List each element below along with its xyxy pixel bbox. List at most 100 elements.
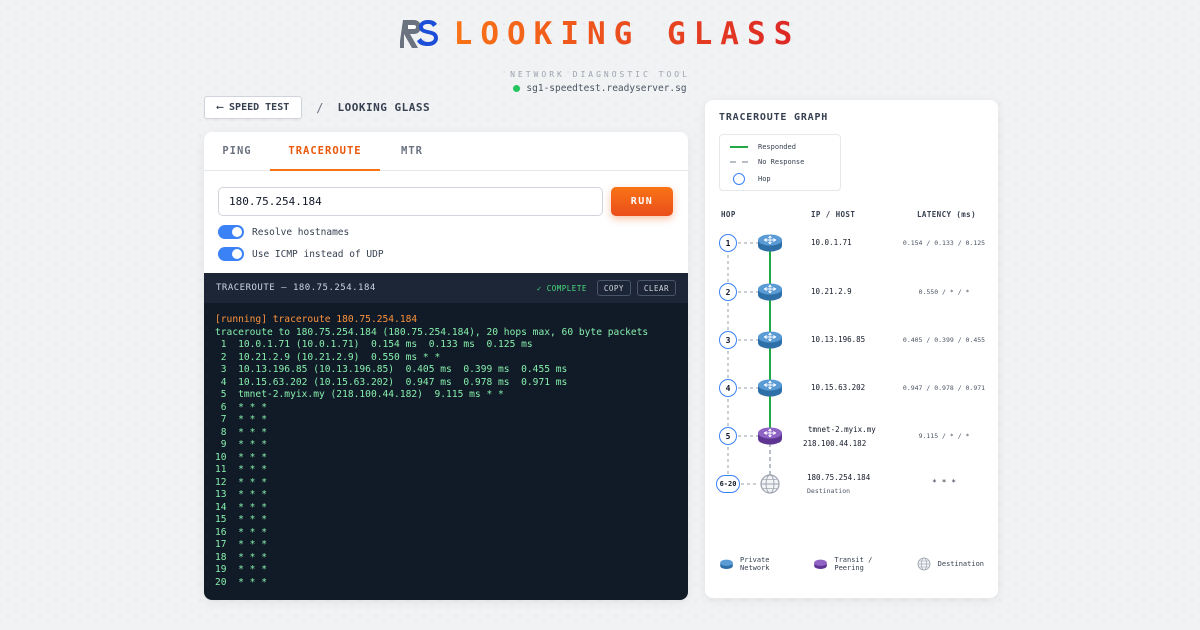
hop-latency: 0.154 / 0.133 / 0.125 (902, 239, 986, 247)
legend-hop-label: Hop (758, 175, 771, 183)
transit-router-icon (814, 559, 828, 570)
legend-no-response-label: No Response (758, 158, 805, 166)
terminal-running-line: [running] traceroute 180.75.254.184 (215, 314, 418, 325)
hop-number[interactable]: 3 (719, 331, 737, 349)
terminal-header: TRACEROUTE — 180.75.254.184 ✓ COMPLETE C… (204, 273, 688, 303)
router-icon (758, 234, 782, 252)
graph-legend: Responded No Response Hop (719, 134, 841, 191)
arrow-left-icon: ⟵ (217, 102, 224, 113)
clear-button[interactable]: CLEAR (636, 280, 676, 296)
responded-line-swatch (730, 146, 748, 148)
hop-latency: 0.947 / 0.978 / 0.971 (902, 384, 986, 392)
column-header-ip: IP / HOST (811, 210, 856, 219)
terminal-line: 8 * * * (215, 426, 267, 438)
no-response-dash-swatch (730, 161, 748, 163)
hop-host: tmnet-2.myix.my (808, 425, 876, 434)
hop-circle-swatch (733, 173, 745, 185)
terminal-line: 6 * * * (215, 401, 267, 413)
legend-destination-label: Destination (937, 560, 984, 568)
tool-tabs: PING TRACEROUTE MTR (204, 132, 688, 171)
terminal-title: TRACEROUTE — 180.75.254.184 (216, 283, 376, 293)
terminal-line: 4 10.15.63.202 (10.15.63.202) 0.947 ms 0… (215, 376, 568, 388)
hop-number[interactable]: 1 (719, 234, 737, 252)
legend-responded: Responded (730, 143, 796, 151)
terminal-line: 7 * * * (215, 414, 267, 425)
legend-private-label: Private Network (740, 556, 770, 572)
hop-number[interactable]: 5 (719, 427, 737, 445)
breadcrumb-current: LOOKING GLASS (337, 101, 431, 114)
column-header-hop: HOP (721, 210, 736, 219)
router-icon (758, 379, 782, 397)
router-icon (758, 331, 782, 349)
terminal-line: 17 * * * (215, 539, 267, 550)
breadcrumb: ⟵ SPEED TEST / LOOKING GLASS (204, 96, 430, 119)
hop-host: 10.0.1.71 (811, 238, 852, 247)
back-speed-test-button[interactable]: ⟵ SPEED TEST (204, 96, 303, 119)
legend-private-network: Private Network (719, 556, 799, 572)
terminal-body: [running] traceroute 180.75.254.184 trace… (204, 303, 688, 589)
hop-host: 10.15.63.202 (811, 383, 866, 392)
node-type-legend: Private Network Transit / Peering Destin… (719, 556, 998, 572)
terminal-actions: ✓ COMPLETE COPY CLEAR (537, 280, 676, 296)
terminal-line: 19 * * * (215, 564, 267, 575)
tab-traceroute[interactable]: TRACEROUTE (270, 132, 380, 171)
hop-number[interactable]: 6-20 (716, 475, 740, 493)
terminal-line: 11 * * * (215, 464, 267, 475)
diagnostic-card: PING TRACEROUTE MTR RUN Resolve hostname… (204, 132, 688, 600)
use-icmp-option[interactable]: Use ICMP instead of UDP (218, 247, 384, 261)
brand: LOOKING GLASS (0, 12, 1200, 56)
terminal-line: 2 10.21.2.9 (10.21.2.9) 0.550 ms * * (215, 351, 441, 363)
server-host-label: sg1-speedtest.readyserver.sg (526, 83, 687, 94)
terminal-line: 3 10.13.196.85 (10.13.196.85) 0.405 ms 0… (215, 364, 568, 375)
hop-number[interactable]: 2 (719, 283, 737, 301)
hop-destination-label: Destination (807, 487, 851, 495)
target-input[interactable] (218, 187, 603, 216)
router-icon (758, 283, 782, 301)
hop-latency: 0.550 / * / * (918, 288, 970, 296)
copy-button[interactable]: COPY (596, 280, 631, 296)
legend-destination: Destination (916, 556, 984, 572)
hop-host: 180.75.254.184 (807, 473, 871, 482)
status-badge: ✓ COMPLETE (536, 283, 587, 293)
server-host: sg1-speedtest.readyserver.sg (0, 83, 1200, 94)
hop-latency: 9.115 / * / * (918, 432, 970, 440)
terminal-line: 1 10.0.1.71 (10.0.1.71) 0.154 ms 0.133 m… (215, 339, 533, 350)
resolve-hostnames-label: Resolve hostnames (252, 226, 350, 238)
brand-subtitle: NETWORK DIAGNOSTIC TOOL (510, 70, 690, 79)
use-icmp-toggle[interactable] (218, 247, 244, 261)
hop-latency: 0.405 / 0.399 / 0.455 (902, 336, 986, 344)
terminal-output: TRACEROUTE — 180.75.254.184 ✓ COMPLETE C… (204, 273, 688, 600)
use-icmp-label: Use ICMP instead of UDP (252, 248, 384, 260)
terminal-line: traceroute to 180.75.254.184 (180.75.254… (215, 326, 649, 338)
terminal-line: 5 tmnet-2.myix.my (218.100.44.182) 9.115… (215, 389, 504, 400)
online-status-dot (513, 85, 521, 92)
column-header-latency: LATENCY (ms) (917, 210, 976, 219)
globe-icon (917, 557, 931, 571)
traceroute-graph-panel: TRACEROUTE GRAPH Responded No Response H… (705, 100, 998, 598)
terminal-line: 9 * * * (215, 439, 267, 450)
legend-transit-label: Transit / Peering (834, 556, 873, 572)
hop-host: 10.21.2.9 (811, 287, 852, 296)
terminal-line: 18 * * * (215, 551, 267, 563)
terminal-line: 20 * * * (215, 576, 267, 588)
page-header: LOOKING GLASS NETWORK DIAGNOSTIC TOOL sg… (0, 12, 1200, 94)
terminal-line: 15 * * * (215, 514, 267, 525)
tab-mtr[interactable]: MTR (380, 132, 444, 170)
tab-ping[interactable]: PING (204, 132, 270, 170)
rs-logo (399, 20, 438, 48)
hop-number[interactable]: 4 (719, 379, 737, 397)
terminal-line: 16 * * * (215, 526, 267, 538)
transit-router-icon (758, 427, 782, 445)
graph-title: TRACEROUTE GRAPH (719, 112, 829, 123)
resolve-hostnames-option[interactable]: Resolve hostnames (218, 225, 349, 239)
legend-responded-label: Responded (758, 143, 796, 151)
run-button[interactable]: RUN (611, 187, 673, 216)
terminal-line: 10 * * * (215, 451, 267, 463)
terminal-line: 12 * * * (215, 476, 267, 488)
resolve-hostnames-toggle[interactable] (218, 225, 244, 239)
legend-no-response: No Response (730, 158, 804, 166)
legend-hop: Hop (730, 173, 771, 185)
legend-transit: Transit / Peering (813, 556, 901, 572)
terminal-line: 14 * * * (215, 501, 267, 513)
terminal-line: 13 * * * (215, 489, 267, 500)
